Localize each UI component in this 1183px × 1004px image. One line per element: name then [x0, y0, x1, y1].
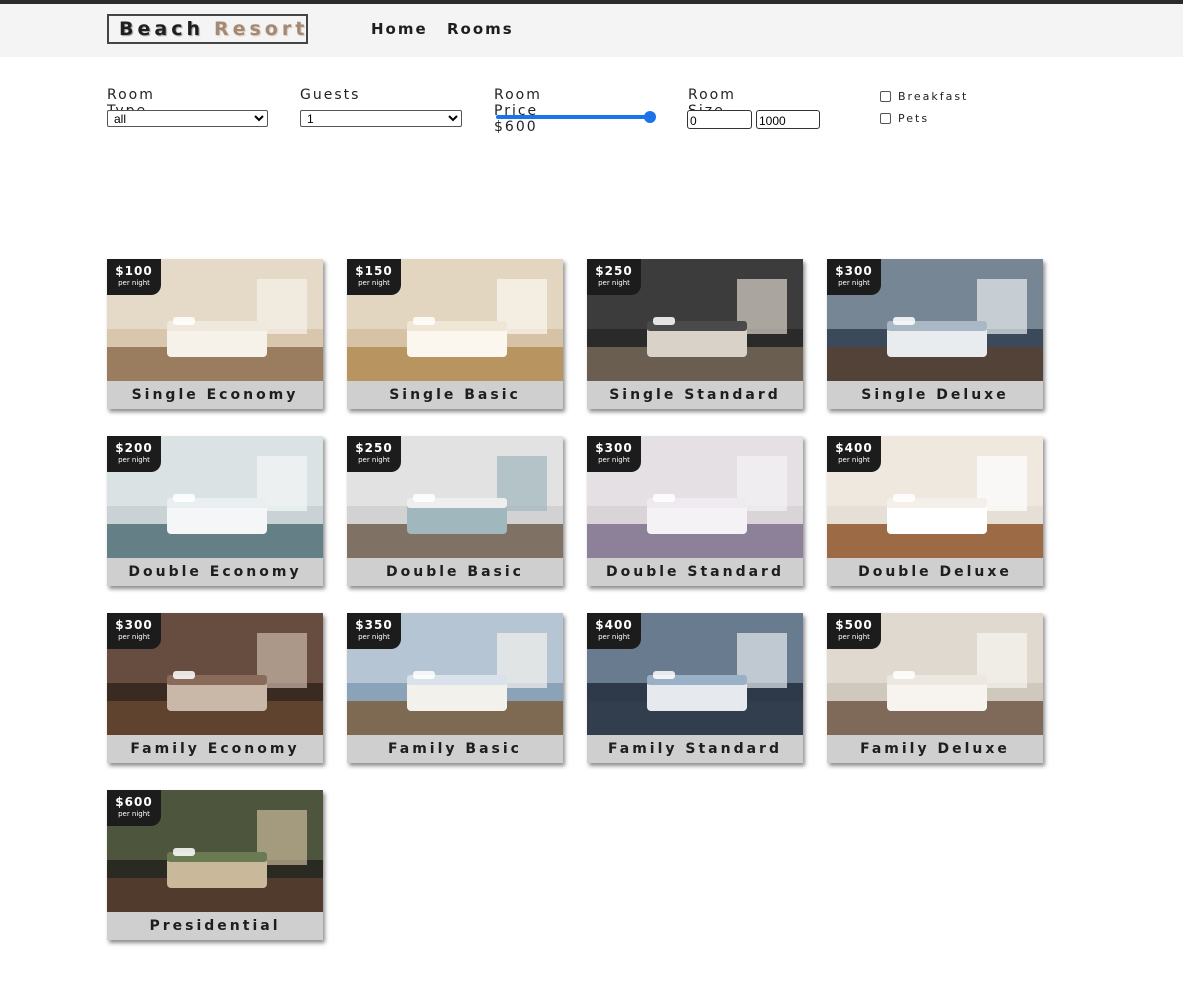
room-price: $300: [835, 264, 873, 278]
room-name[interactable]: Double Standard: [587, 558, 803, 586]
room-name[interactable]: Single Economy: [107, 381, 323, 409]
per-night-label: per night: [358, 633, 390, 641]
per-night-label: per night: [598, 633, 630, 641]
room-name[interactable]: Family Deluxe: [827, 735, 1043, 763]
room-name[interactable]: Single Deluxe: [827, 381, 1043, 409]
room-name[interactable]: Double Deluxe: [827, 558, 1043, 586]
per-night-label: per night: [118, 810, 150, 818]
room-card[interactable]: $200 per night Double Economy: [107, 436, 323, 586]
price-badge: $200 per night: [107, 436, 161, 472]
room-card[interactable]: $250 per night Single Standard: [587, 259, 803, 409]
price-slider-thumb[interactable]: [644, 111, 656, 123]
size-min-input[interactable]: [687, 110, 752, 129]
room-name[interactable]: Family Standard: [587, 735, 803, 763]
room-card[interactable]: $100 per night Single Economy: [107, 259, 323, 409]
per-night-label: per night: [118, 633, 150, 641]
brand-word-1: Beach: [119, 18, 204, 40]
room-price: $250: [355, 441, 393, 455]
price-slider-track: [496, 115, 652, 119]
per-night-label: per night: [838, 456, 870, 464]
price-slider[interactable]: [494, 111, 656, 123]
guests-select[interactable]: 1: [300, 110, 462, 127]
pets-checkbox[interactable]: [880, 113, 891, 124]
room-price: $200: [115, 441, 153, 455]
price-badge: $350 per night: [347, 613, 401, 649]
room-price: $100: [115, 264, 153, 278]
room-name[interactable]: Double Economy: [107, 558, 323, 586]
breakfast-label: Breakfast: [898, 90, 969, 103]
room-name[interactable]: Single Basic: [347, 381, 563, 409]
per-night-label: per night: [598, 456, 630, 464]
room-card[interactable]: $400 per night Double Deluxe: [827, 436, 1043, 586]
price-badge: $250 per night: [587, 259, 641, 295]
room-card[interactable]: $600 per night Presidential: [107, 790, 323, 940]
price-badge: $500 per night: [827, 613, 881, 649]
brand-logo[interactable]: Beach Resort: [107, 14, 308, 44]
per-night-label: per night: [358, 279, 390, 287]
per-night-label: per night: [358, 456, 390, 464]
room-card[interactable]: $300 per night Double Standard: [587, 436, 803, 586]
room-price: $300: [595, 441, 633, 455]
rooms-grid: $100 per night Single Economy $150 per night…: [107, 259, 1067, 979]
price-badge: $400 per night: [587, 613, 641, 649]
price-badge: $300 per night: [827, 259, 881, 295]
room-price: $400: [595, 618, 633, 632]
pets-label: Pets: [898, 112, 930, 125]
room-price: $500: [835, 618, 873, 632]
nav-rooms-link[interactable]: Rooms: [447, 20, 514, 38]
room-price: $150: [355, 264, 393, 278]
per-night-label: per night: [118, 279, 150, 287]
brand-word-2: Resort: [213, 18, 309, 40]
per-night-label: per night: [838, 633, 870, 641]
size-max-input[interactable]: [756, 110, 820, 129]
room-card[interactable]: $300 per night Family Economy: [107, 613, 323, 763]
room-price: $300: [115, 618, 153, 632]
guests-label: Guests: [300, 87, 361, 103]
per-night-label: per night: [598, 279, 630, 287]
room-card[interactable]: $500 per night Family Deluxe: [827, 613, 1043, 763]
room-price: $350: [355, 618, 393, 632]
room-type-select[interactable]: all: [107, 110, 268, 127]
room-card[interactable]: $150 per night Single Basic: [347, 259, 563, 409]
price-badge: $100 per night: [107, 259, 161, 295]
price-badge: $600 per night: [107, 790, 161, 826]
room-price: $250: [595, 264, 633, 278]
price-badge: $300 per night: [107, 613, 161, 649]
room-name[interactable]: Presidential: [107, 912, 323, 940]
breakfast-checkbox[interactable]: [880, 91, 891, 102]
price-badge: $400 per night: [827, 436, 881, 472]
room-name[interactable]: Family Economy: [107, 735, 323, 763]
price-badge: $150 per night: [347, 259, 401, 295]
price-badge: $250 per night: [347, 436, 401, 472]
pets-option[interactable]: Pets: [880, 112, 929, 125]
nav-home-link[interactable]: Home: [371, 20, 428, 38]
room-name[interactable]: Double Basic: [347, 558, 563, 586]
room-name[interactable]: Family Basic: [347, 735, 563, 763]
room-card[interactable]: $250 per night Double Basic: [347, 436, 563, 586]
per-night-label: per night: [838, 279, 870, 287]
price-badge: $300 per night: [587, 436, 641, 472]
room-card[interactable]: $300 per night Single Deluxe: [827, 259, 1043, 409]
room-name[interactable]: Single Standard: [587, 381, 803, 409]
room-price: $600: [115, 795, 153, 809]
room-card[interactable]: $350 per night Family Basic: [347, 613, 563, 763]
per-night-label: per night: [118, 456, 150, 464]
room-card[interactable]: $400 per night Family Standard: [587, 613, 803, 763]
navbar: Beach Resort Home Rooms: [0, 4, 1183, 57]
breakfast-option[interactable]: Breakfast: [880, 90, 968, 103]
room-price: $400: [835, 441, 873, 455]
